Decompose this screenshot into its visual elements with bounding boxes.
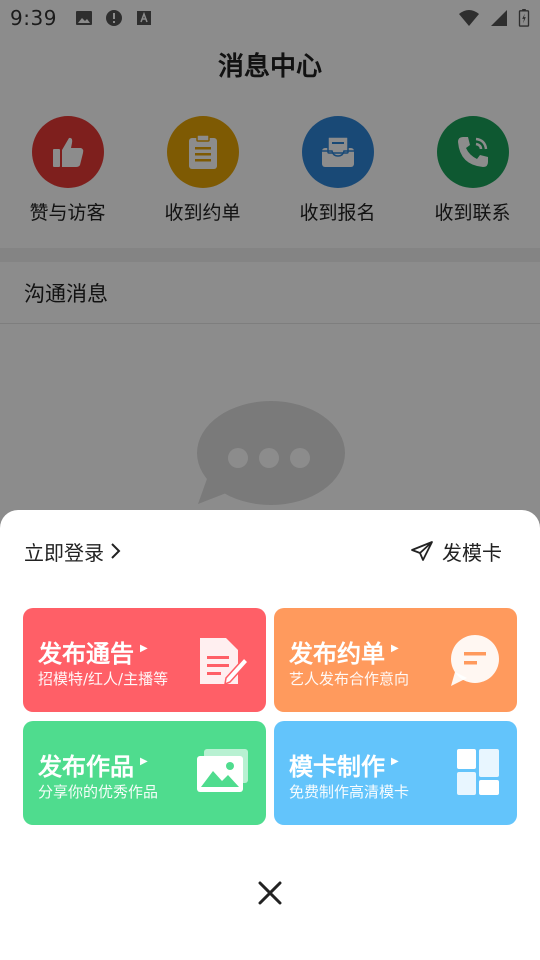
close-icon[interactable] [256, 879, 284, 907]
grid-layout-icon [457, 749, 499, 795]
card-subtitle: 艺人发布合作意向 [289, 670, 410, 688]
caret-right-icon: ▶ [391, 643, 399, 654]
chevron-right-icon [111, 543, 121, 559]
login-link[interactable]: 立即登录 [24, 537, 122, 566]
card-subtitle: 招模特/红人/主播等 [38, 670, 169, 688]
card-title: 发布作品 ▶ [38, 753, 148, 781]
card-title: 发布通告 ▶ [38, 640, 148, 668]
publish-grid: 发布通告 ▶ 招模特/红人/主播等 发布约单 ▶ 艺人发布合作意向 发布作品 ▶ 分享… [23, 608, 517, 826]
caret-right-icon: ▶ [140, 756, 148, 767]
publish-modcard-link[interactable]: 发模卡 [410, 537, 502, 566]
publish-modcard-label: 发模卡 [442, 540, 502, 565]
modcard-maker-card[interactable]: 模卡制作 ▶ 免费制作高清模卡 [274, 721, 517, 825]
send-icon [411, 541, 433, 561]
publish-bottom-sheet: 立即登录 发模卡 发布通告 ▶ 招模特/红人/主播等 发布约单 ▶ 艺人发布合作意向 [0, 510, 540, 960]
document-edit-icon [200, 638, 250, 686]
publish-notice-card[interactable]: 发布通告 ▶ 招模特/红人/主播等 [23, 608, 266, 712]
caret-right-icon: ▶ [391, 756, 399, 767]
publish-order-card[interactable]: 发布约单 ▶ 艺人发布合作意向 [274, 608, 517, 712]
sheet-header: 立即登录 发模卡 [0, 510, 540, 592]
caret-right-icon: ▶ [140, 643, 148, 654]
login-label: 立即登录 [24, 540, 104, 565]
card-title: 发布约单 ▶ [289, 640, 399, 668]
chat-bubble-icon [451, 635, 499, 686]
card-subtitle: 分享你的优秀作品 [38, 783, 159, 801]
card-subtitle: 免费制作高清模卡 [289, 783, 410, 801]
publish-works-card[interactable]: 发布作品 ▶ 分享你的优秀作品 [23, 721, 266, 825]
card-title: 模卡制作 ▶ [289, 753, 399, 781]
image-icon [197, 749, 248, 792]
